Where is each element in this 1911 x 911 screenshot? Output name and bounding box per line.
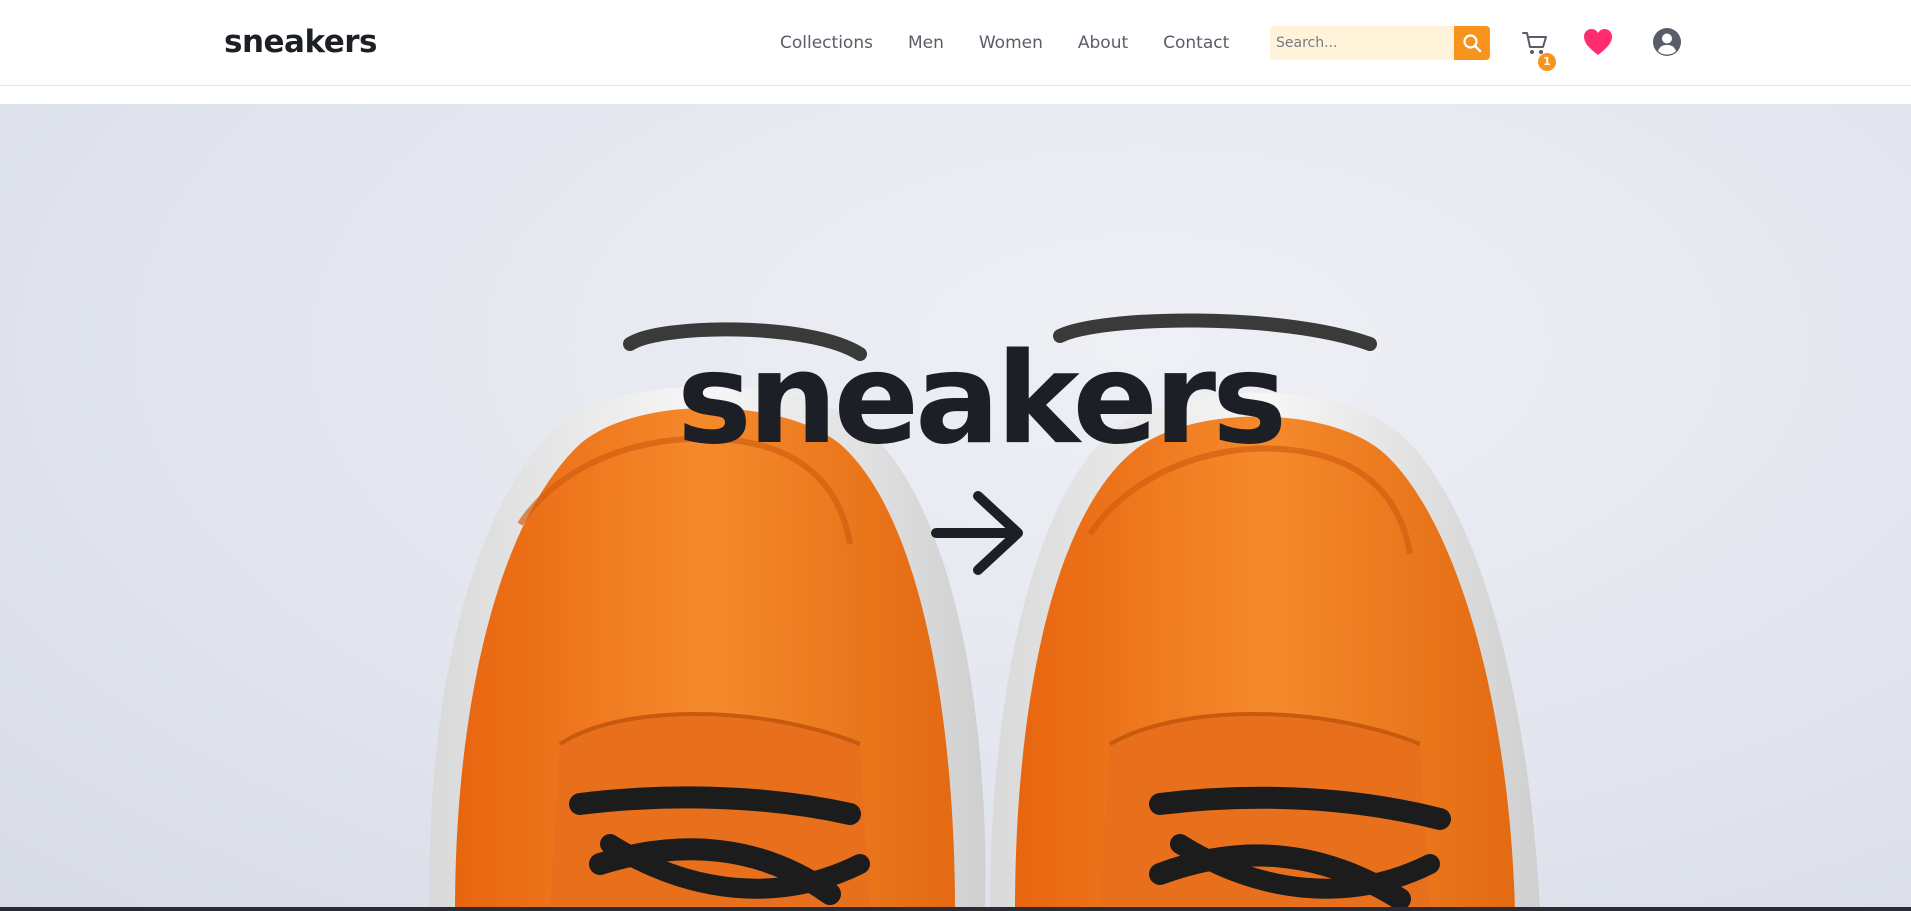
hero-banner: sneakers (0, 104, 1911, 911)
nav-link-men[interactable]: Men (908, 24, 944, 62)
nav-link-women[interactable]: Women (979, 24, 1043, 62)
search-input[interactable] (1270, 26, 1454, 60)
hero-title: sneakers (676, 325, 1287, 472)
search-box (1270, 26, 1490, 60)
cart-count-badge: 1 (1538, 53, 1556, 71)
heart-icon (1584, 29, 1612, 55)
search-button[interactable] (1454, 26, 1490, 60)
site-header: sneakers Collections Men Women About Con… (0, 0, 1911, 86)
user-icon (1653, 28, 1681, 56)
site-logo[interactable]: sneakers (224, 22, 378, 62)
nav-link-collections[interactable]: Collections (780, 24, 873, 62)
page-bottom-divider (0, 907, 1911, 911)
arrow-right-icon[interactable] (930, 488, 1026, 578)
main-nav: Collections Men Women About Contact (780, 24, 1264, 62)
account-button[interactable] (1651, 26, 1683, 58)
wishlist-button[interactable] (1582, 26, 1614, 58)
nav-link-about[interactable]: About (1078, 24, 1128, 62)
nav-link-contact[interactable]: Contact (1163, 24, 1229, 62)
search-icon (1463, 34, 1482, 53)
